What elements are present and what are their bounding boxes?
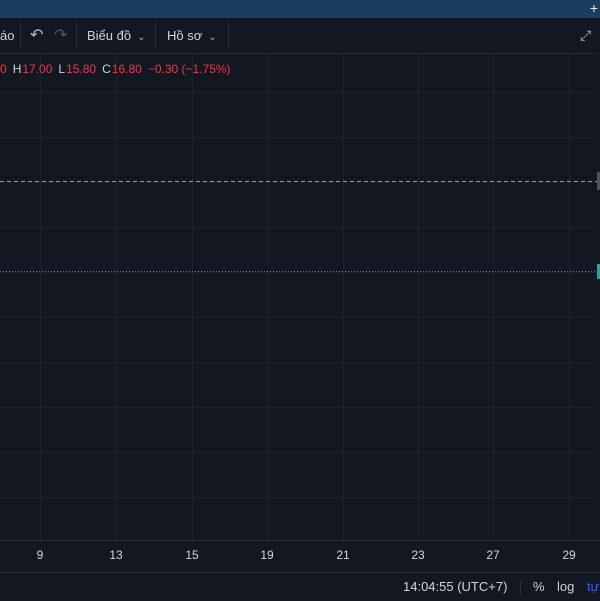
chart-menu-label: Biểu đồ <box>87 28 132 43</box>
x-tick-label: 21 <box>336 548 350 562</box>
profile-menu-label: Hồ sơ <box>167 28 203 43</box>
ohlc-low-key: L <box>58 62 66 76</box>
x-tick-label: 13 <box>109 548 123 562</box>
x-tick-label: 19 <box>260 548 274 562</box>
toolbar-divider <box>155 22 156 49</box>
ohlc-change-value: −0.30 (−1.75%) <box>147 62 231 76</box>
ohlc-high-key: H <box>12 62 22 76</box>
plus-icon[interactable]: + <box>590 0 598 16</box>
log-scale-toggle[interactable]: log <box>557 573 574 601</box>
ohlc-high-value: 17.00 <box>22 62 53 76</box>
ohlc-low-value: 15.80 <box>66 62 97 76</box>
ohlc-legend: 0 H17.00 L15.80 C16.80 −0.30 (−1.75%) <box>0 62 237 76</box>
chart-plot-area[interactable] <box>0 53 597 540</box>
clock-timezone[interactable]: 14:04:55 (UTC+7) <box>403 573 507 601</box>
toolbar-divider <box>76 22 77 49</box>
x-tick-label: 23 <box>411 548 425 562</box>
undo-icon[interactable]: ↶ <box>30 18 43 53</box>
x-tick-label: 29 <box>562 548 576 562</box>
toolbar-divider <box>20 22 21 49</box>
chart-menu-button[interactable]: Biểu đồ ⌄ <box>87 18 145 53</box>
x-tick-label: 15 <box>185 548 199 562</box>
top-toolbar: áo ↶ ↷ Biểu đồ ⌄ Hồ sơ ⌄ ⤢ <box>0 18 600 54</box>
toolbar-divider <box>228 22 229 49</box>
x-tick-label: 27 <box>486 548 500 562</box>
status-divider <box>520 580 521 595</box>
ohlc-open-partial: 0 <box>0 62 7 76</box>
profile-menu-button[interactable]: Hồ sơ ⌄ <box>167 18 217 53</box>
time-axis-border <box>0 540 600 541</box>
chevron-down-icon: ⌄ <box>208 32 217 43</box>
window-top-strip: + <box>0 0 600 18</box>
auto-scale-toggle[interactable]: tự <box>587 573 599 601</box>
ohlc-close-key: C <box>102 62 111 76</box>
bottom-status-bar: 14:04:55 (UTC+7) % log tự <box>0 572 600 601</box>
fullscreen-icon[interactable]: ⤢ <box>580 18 591 53</box>
percent-scale-toggle[interactable]: % <box>533 573 545 601</box>
redo-icon[interactable]: ↷ <box>54 18 67 53</box>
chevron-down-icon: ⌄ <box>137 32 146 43</box>
ohlc-close-value: 16.80 <box>111 62 142 76</box>
toolbar-partial-label[interactable]: áo <box>0 18 14 53</box>
x-tick-label: 9 <box>36 548 44 562</box>
